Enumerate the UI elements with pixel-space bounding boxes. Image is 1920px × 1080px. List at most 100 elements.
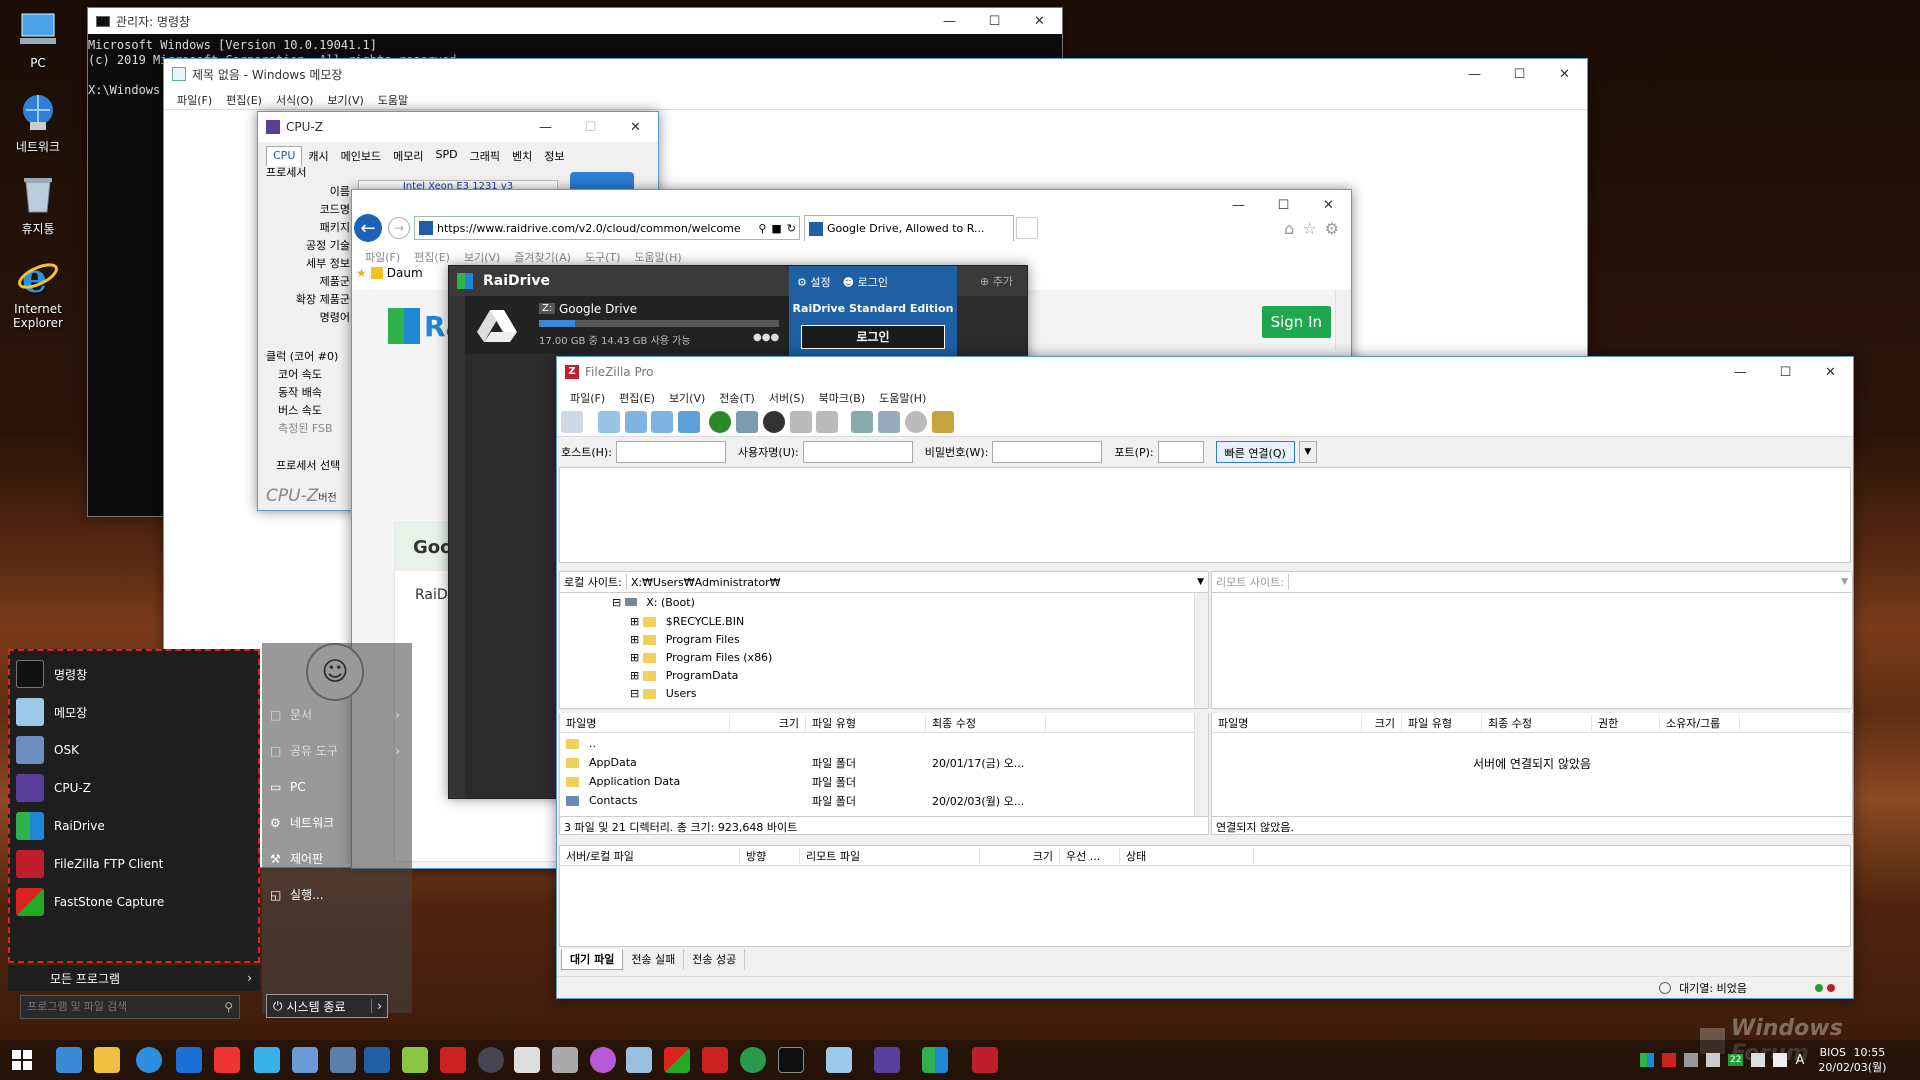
taskbar-browser-icon[interactable] — [590, 1047, 616, 1073]
column-header[interactable]: 파일 유형 — [806, 714, 926, 731]
menu-item[interactable]: 북마크(B) — [812, 389, 873, 407]
tab-memory[interactable]: 메모리 — [387, 146, 429, 166]
chevron-right-icon[interactable]: › — [371, 999, 387, 1013]
tab-failed-transfers[interactable]: 전송 실패 — [623, 949, 685, 970]
minimize-button[interactable]: — — [523, 112, 568, 142]
column-header[interactable]: 소유자/그룹 — [1660, 714, 1740, 731]
start-item-faststone[interactable]: FastStone Capture — [10, 883, 258, 921]
column-header[interactable]: 상태 — [1120, 847, 1254, 864]
taskbar-teamviewer-icon[interactable] — [176, 1047, 202, 1073]
address-bar[interactable]: https://www.raidrive.com/v2.0/cloud/comm… — [414, 216, 800, 240]
column-header[interactable]: 최종 수정 — [1482, 714, 1592, 731]
filezilla-window[interactable]: Z FileZilla Pro — ☐ ✕ 파일(F) 편집(E) 보기(V) … — [556, 356, 1854, 999]
favorites-star-icon[interactable]: ☆ — [1302, 219, 1316, 238]
tab-graphics[interactable]: 그래픽 — [464, 146, 506, 166]
host-input[interactable] — [615, 441, 726, 463]
column-header[interactable]: 방향 — [740, 847, 800, 864]
desktop-icon-internet-explorer[interactable]: e Internet Explorer — [0, 254, 76, 330]
menu-item[interactable]: 보기(V) — [457, 248, 507, 266]
column-header[interactable]: 우선 ... — [1060, 847, 1120, 864]
maximize-button[interactable]: ☐ — [568, 112, 613, 142]
toggle-remote-tree-icon[interactable] — [651, 411, 674, 433]
login-link[interactable]: ☻ 로그인 — [843, 274, 888, 290]
start-item-cpuz[interactable]: CPU-Z — [10, 769, 258, 807]
tab-cache[interactable]: 캐시 — [302, 146, 334, 166]
filter-icon[interactable] — [851, 411, 874, 433]
tree-item[interactable]: ⊞ ProgramData — [624, 669, 750, 682]
column-header[interactable]: 권한 — [1592, 714, 1660, 731]
scrollbar[interactable] — [1194, 593, 1208, 708]
table-row[interactable]: AppData 파일 폴더 20/01/17(금) 오... — [560, 753, 1208, 772]
taskbar-x-icon[interactable] — [702, 1047, 728, 1073]
taskbar-disk-icon[interactable] — [478, 1047, 504, 1073]
menu-item[interactable]: 전송(T) — [712, 389, 762, 407]
local-path-input[interactable]: X:₩Users₩Administrator₩ — [627, 576, 1193, 589]
refresh-icon[interactable]: ↻ — [784, 222, 799, 235]
menu-item[interactable]: 도움말 — [371, 91, 415, 109]
start-right-item-run[interactable]: ◱ 실행... — [270, 877, 400, 913]
disconnect-icon[interactable] — [789, 411, 812, 433]
column-header[interactable]: 최종 수정 — [926, 714, 1046, 731]
minimize-button[interactable]: — — [1452, 59, 1497, 89]
local-file-list[interactable]: 파일명 크기 파일 유형 최종 수정 .. AppData 파일 폴더 20/01/… — [559, 713, 1209, 817]
menu-item[interactable]: 즐겨찾기(A) — [507, 248, 578, 266]
maximize-button[interactable]: ☐ — [972, 6, 1017, 36]
tab-bench[interactable]: 벤치 — [506, 146, 538, 166]
tray-speaker-icon[interactable] — [1773, 1053, 1788, 1067]
menu-item[interactable]: 편집(E) — [612, 389, 662, 407]
taskbar-pen-icon[interactable] — [552, 1047, 578, 1073]
cancel-icon[interactable] — [762, 411, 785, 433]
settings-button[interactable]: ⚙ 설정 — [797, 274, 831, 290]
sign-in-button[interactable]: Sign In — [1261, 306, 1331, 338]
taskbar-cmd-icon[interactable] — [778, 1047, 804, 1073]
tab-spd[interactable]: SPD — [429, 146, 463, 166]
tree-item[interactable]: ⊞ $RECYCLE.BIN — [624, 615, 756, 628]
site-manager-icon[interactable] — [561, 411, 583, 433]
minimize-button[interactable]: — — [927, 6, 972, 36]
back-button[interactable]: ← — [354, 214, 382, 242]
column-header[interactable]: 파일 유형 — [1402, 714, 1482, 731]
remote-tree[interactable] — [1211, 593, 1853, 709]
start-item-filezilla[interactable]: FileZilla FTP Client — [10, 845, 258, 883]
taskbar-cpuz-icon[interactable] — [874, 1047, 900, 1073]
column-header[interactable]: 크기 — [1362, 714, 1402, 731]
menu-item[interactable]: 파일(F) — [170, 91, 219, 109]
new-tab-button[interactable] — [1016, 217, 1038, 239]
start-right-item-pc[interactable]: ▭ PC — [270, 769, 400, 805]
start-right-item-share[interactable]: □ 공유 도구 › — [270, 733, 400, 769]
start-item-cmd[interactable]: 명령창 — [10, 655, 258, 693]
tab-successful-transfers[interactable]: 전송 성공 — [684, 949, 746, 970]
tab-queued-files[interactable]: 대기 파일 — [561, 949, 624, 970]
tray-app-icon[interactable] — [1662, 1053, 1676, 1067]
column-header[interactable]: 파일명 — [1212, 714, 1362, 731]
close-button[interactable]: ✕ — [1808, 357, 1853, 387]
taskbar-puzzle-icon[interactable] — [440, 1047, 466, 1073]
column-header[interactable]: 파일명 — [560, 714, 730, 731]
start-right-item-network[interactable]: ⚙ 네트워크 — [270, 805, 400, 841]
favorite-link[interactable]: Daum — [387, 266, 423, 280]
message-log[interactable] — [559, 467, 1851, 563]
tab-mainboard[interactable]: 메인보드 — [335, 146, 387, 166]
menu-item[interactable]: 보기(V) — [320, 91, 370, 109]
sync-browse-icon[interactable] — [904, 411, 927, 433]
search-icon[interactable] — [878, 411, 901, 433]
start-right-item-control-panel[interactable]: ⚒ 제어판 — [270, 841, 400, 877]
add-button[interactable]: ⊕ 추가 — [980, 273, 1013, 289]
toggle-local-tree-icon[interactable] — [624, 411, 647, 433]
scrollbar[interactable] — [1335, 290, 1351, 350]
menu-item[interactable]: 파일(F) — [358, 248, 407, 266]
menu-item[interactable]: 도구(T) — [578, 248, 628, 266]
tray-network-icon[interactable] — [1751, 1053, 1766, 1067]
taskbar-bird-icon[interactable] — [254, 1047, 280, 1073]
search-input[interactable] — [27, 1001, 225, 1013]
search-box[interactable]: ⚲ — [20, 995, 240, 1019]
password-input[interactable] — [992, 441, 1103, 463]
toggle-log-icon[interactable] — [597, 411, 620, 433]
menu-item[interactable]: 보기(V) — [662, 389, 712, 407]
taskbar-explorer-pc-icon[interactable] — [56, 1047, 82, 1073]
taskbar-notepad-icon[interactable] — [826, 1047, 852, 1073]
quick-connect-dropdown[interactable]: ▼ — [1298, 441, 1317, 463]
home-icon[interactable]: ⌂ — [1284, 219, 1294, 238]
tree-item[interactable]: ⊟ Users — [624, 687, 709, 700]
remote-file-list[interactable]: 파일명 크기 파일 유형 최종 수정 권한 소유자/그룹 서버에 연결되지 않았… — [1211, 713, 1853, 817]
